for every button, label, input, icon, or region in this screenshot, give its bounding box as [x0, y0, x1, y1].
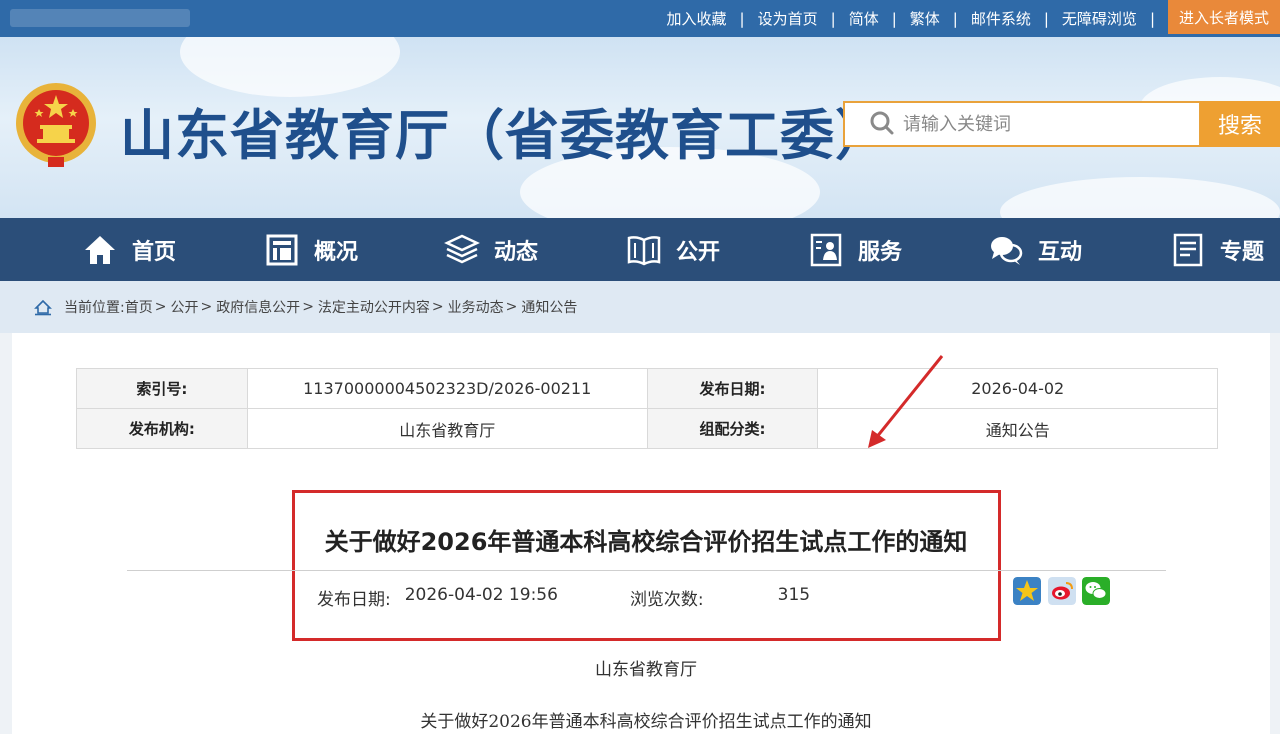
- nav-label-home: 首页: [132, 239, 177, 265]
- mail-system-link[interactable]: 邮件系统: [971, 8, 1031, 29]
- highlight-box: [292, 490, 1001, 641]
- main-nav: 首页 概况 动态 公开 服务 互动 专题: [0, 218, 1280, 281]
- elder-mode-button[interactable]: 进入长者模式: [1168, 0, 1280, 34]
- nav-label-topics: 专题: [1220, 239, 1265, 265]
- category-label: 组配分类:: [646, 408, 819, 449]
- publish-date-value: 2026-04-02 19:56: [404, 585, 558, 605]
- chat-icon: [991, 236, 1023, 265]
- blurred-region: [10, 9, 190, 27]
- service-icon: [810, 233, 842, 266]
- nav-item-service[interactable]: 服务: [808, 218, 902, 281]
- building-icon: [266, 234, 298, 265]
- top-utility-bar: 加入收藏 | 设为首页 | 简体 | 繁体 | 邮件系统 | 无障碍浏览 | 进…: [0, 0, 1280, 37]
- body-issuing-unit: 山东省教育厅: [595, 660, 697, 680]
- accessibility-link[interactable]: 无障碍浏览: [1062, 8, 1137, 29]
- simplified-chinese-link[interactable]: 简体: [849, 8, 879, 29]
- breadcrumb-gov-info[interactable]: 政府信息公开: [216, 297, 300, 317]
- nav-label-service: 服务: [858, 239, 903, 265]
- document-meta-table: 索引号: 11370000004502323D/2026-00211 发布日期:…: [76, 368, 1218, 449]
- index-value: 11370000004502323D/2026-00211: [246, 368, 648, 409]
- home-icon: [34, 299, 52, 316]
- add-favorite-link[interactable]: 加入收藏: [667, 8, 727, 29]
- org-label: 发布机构:: [76, 408, 248, 449]
- document-icon: [1173, 233, 1203, 266]
- search-box: [843, 101, 1201, 147]
- search-input[interactable]: [903, 106, 1183, 142]
- index-label: 索引号:: [76, 368, 248, 409]
- stack-icon: [444, 234, 480, 263]
- header-banner: 山东省教育厅（省委教育工委） 搜索: [0, 37, 1280, 218]
- nav-label-news: 动态: [494, 239, 539, 265]
- publish-date-label: 发布日期:: [317, 590, 391, 610]
- nav-item-public[interactable]: 公开: [626, 218, 720, 281]
- wechat-icon[interactable]: [1082, 577, 1110, 605]
- red-arrow-annotation: [868, 355, 944, 448]
- book-icon: [627, 235, 661, 265]
- nav-item-interaction[interactable]: 互动: [988, 218, 1082, 281]
- breadcrumb-business-news[interactable]: 业务动态: [448, 297, 504, 317]
- breadcrumb-public[interactable]: 公开: [170, 297, 198, 317]
- view-count-label: 浏览次数:: [629, 590, 704, 610]
- breadcrumb-notices[interactable]: 通知公告: [521, 297, 577, 317]
- search-icon: [870, 111, 894, 135]
- article-title: 关于做好2026年普通本科高校综合评价招生试点工作的通知: [324, 528, 968, 556]
- favorite-star-icon[interactable]: [1013, 577, 1041, 605]
- nav-item-news[interactable]: 动态: [444, 218, 538, 281]
- view-count-value: 315: [777, 585, 811, 605]
- publish-info: 发布日期: 2026-04-02 19:56 浏览次数: 315: [317, 585, 810, 610]
- traditional-chinese-link[interactable]: 繁体: [910, 8, 940, 29]
- set-homepage-link[interactable]: 设为首页: [758, 8, 818, 29]
- org-value: 山东省教育厅: [246, 408, 648, 449]
- nav-label-overview: 概况: [314, 239, 359, 265]
- breadcrumb-prefix: 当前位置:: [64, 300, 125, 316]
- weibo-icon[interactable]: [1048, 577, 1076, 605]
- site-title: 山东省教育厅（省委教育工委）: [120, 104, 890, 167]
- nav-label-public: 公开: [676, 239, 721, 265]
- breadcrumb-home[interactable]: 首页: [125, 297, 153, 317]
- home-icon: [85, 235, 115, 264]
- divider: [127, 570, 1166, 571]
- nav-item-home[interactable]: 首页: [82, 218, 176, 281]
- body-document-title: 关于做好2026年普通本科高校综合评价招生试点工作的通知: [420, 712, 872, 732]
- top-links: 加入收藏 | 设为首页 | 简体 | 繁体 | 邮件系统 | 无障碍浏览 |: [666, 8, 1155, 29]
- breadcrumb: 当前位置: 首页 > 公开 > 政府信息公开 > 法定主动公开内容 > 业务动态 > 通知…: [0, 281, 1280, 333]
- nav-item-topics[interactable]: 专题: [1170, 218, 1264, 281]
- nav-label-interaction: 互动: [1038, 239, 1083, 265]
- date-label: 发布日期:: [646, 368, 819, 409]
- national-emblem-icon: [16, 83, 96, 167]
- search-button[interactable]: 搜索: [1200, 101, 1280, 147]
- nav-item-overview[interactable]: 概况: [264, 218, 358, 281]
- breadcrumb-statutory[interactable]: 法定主动公开内容: [318, 297, 430, 317]
